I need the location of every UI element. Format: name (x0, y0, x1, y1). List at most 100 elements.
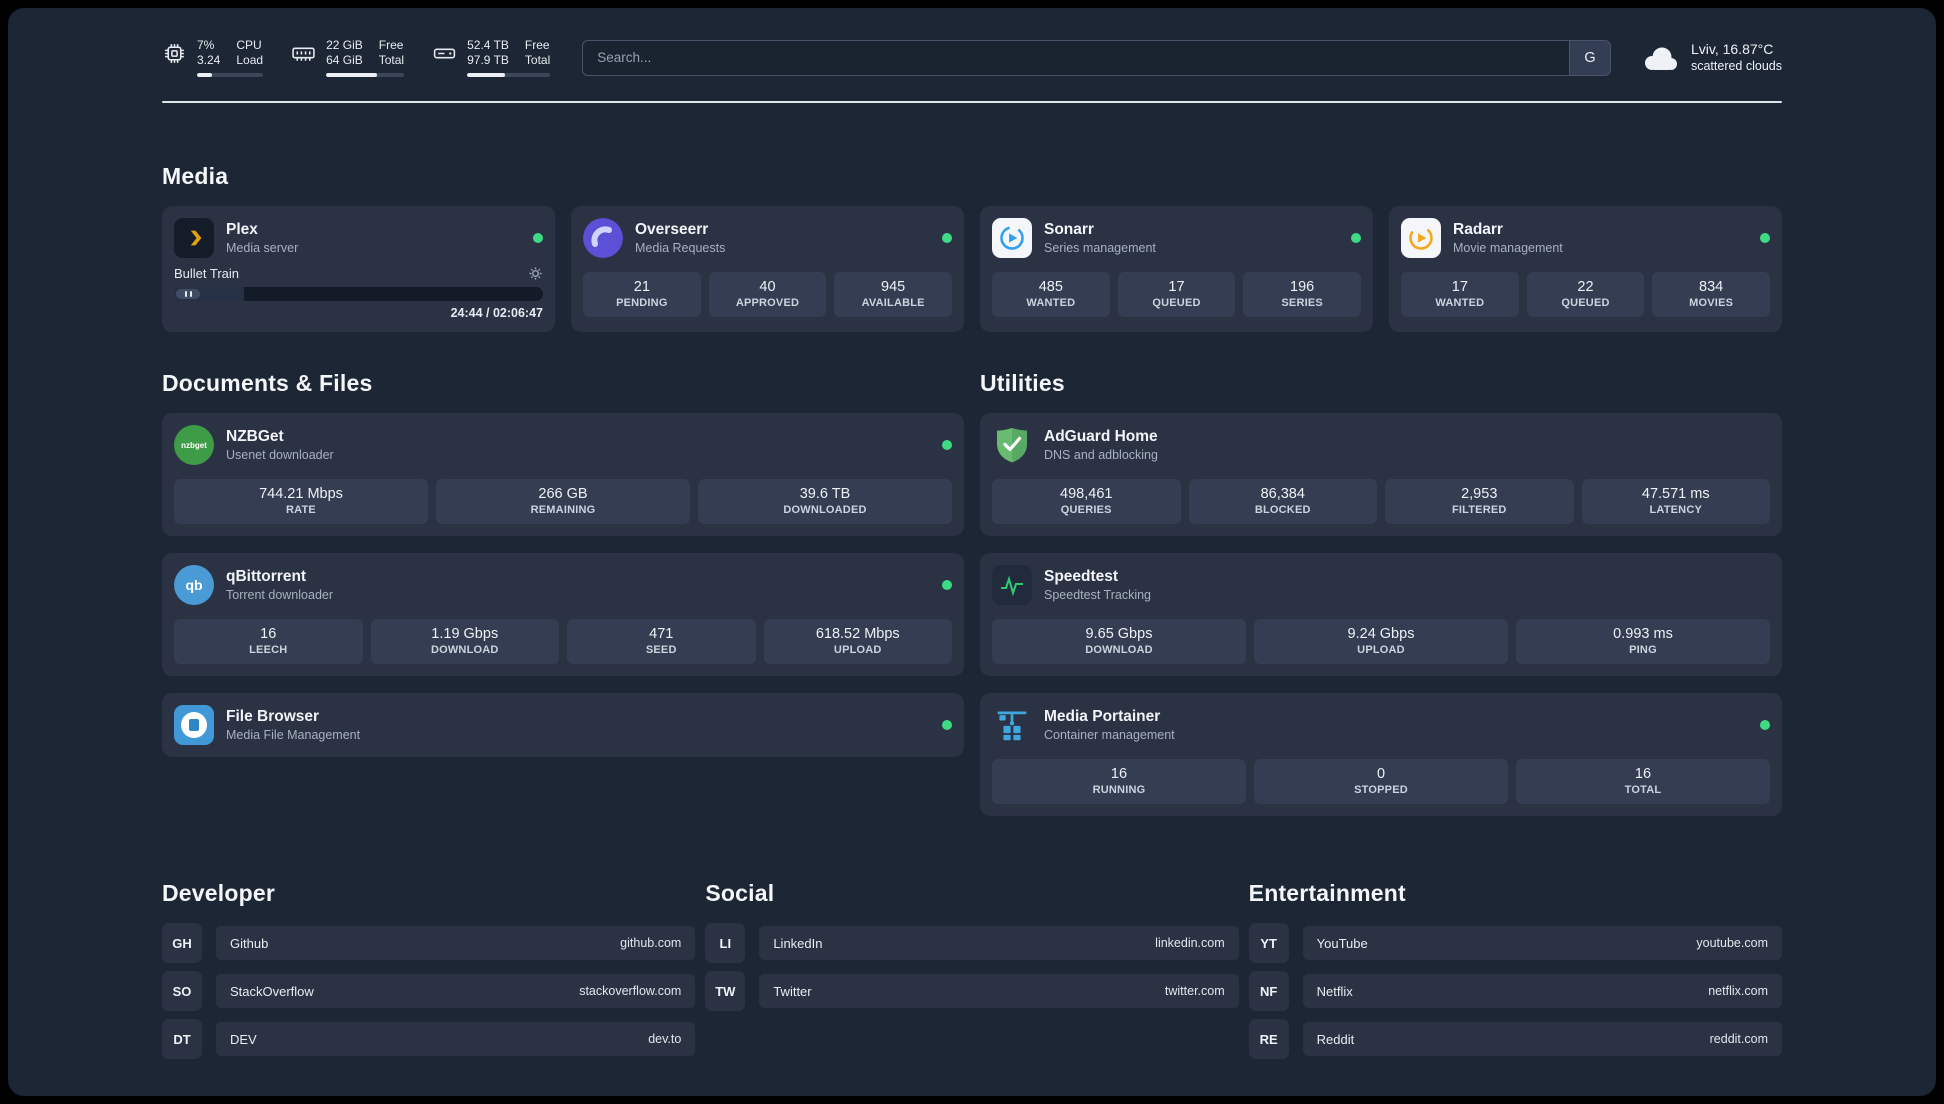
status-dot (942, 440, 952, 450)
stat-value: 47.571 ms (1641, 486, 1710, 502)
stat-value: 40 (759, 279, 776, 295)
app-name: Speedtest (1044, 568, 1119, 585)
bookmark-abbr[interactable]: NF (1248, 971, 1289, 1011)
disk-progress-bar (467, 73, 551, 77)
sonarr-card[interactable]: Sonarr Series management 485 WANTED 17 Q… (980, 206, 1373, 332)
stat-value: 9.24 Gbps (1347, 626, 1415, 642)
search-input[interactable] (582, 39, 1569, 76)
stat-tile: 471 SEED (567, 619, 756, 664)
bookmark-link[interactable]: Netflix netflix.com (1302, 974, 1782, 1008)
stat-label: DOWNLOAD (1085, 644, 1153, 656)
cpu-usage-value: 7% (197, 38, 215, 52)
bookmark-row: LI LinkedIn linkedin.com (705, 923, 1239, 963)
section-title-social: Social (705, 880, 775, 906)
bookmark-abbr[interactable]: GH (162, 923, 202, 963)
top-bar: 7% 3.24 CPU Load 22 GiB 64 GiB Free Tota… (162, 8, 1782, 77)
plex-card[interactable]: Plex Media server Bullet Train 24:44 / 0… (162, 206, 555, 332)
bookmark-row: YT YouTube youtube.com (1248, 923, 1782, 963)
bookmark-name: LinkedIn (773, 935, 823, 951)
stat-tile: 86,384 BLOCKED (1188, 479, 1377, 524)
app-subtitle: Container management (1044, 728, 1175, 742)
bookmark-link[interactable]: LinkedIn linkedin.com (759, 926, 1239, 960)
ram-icon (291, 41, 316, 66)
section-title-documents: Documents & Files (162, 370, 373, 396)
speedtest-card[interactable]: Speedtest Speedtest Tracking 9.65 Gbps D… (980, 553, 1782, 676)
bookmark-abbr[interactable]: SO (162, 971, 202, 1011)
bookmark-abbr[interactable]: DT (162, 1019, 202, 1059)
bookmark-abbr[interactable]: LI (705, 923, 746, 963)
status-dot (942, 580, 952, 590)
bookmark-link[interactable]: StackOverflow stackoverflow.com (216, 974, 696, 1008)
stat-tile: 16 LEECH (174, 619, 363, 664)
status-dot (533, 233, 543, 243)
bookmark-url: youtube.com (1696, 936, 1768, 950)
portainer-card[interactable]: Media Portainer Container management 16 … (980, 693, 1782, 816)
bookmark-link[interactable]: Reddit reddit.com (1302, 1022, 1782, 1056)
media-grid: Plex Media server Bullet Train 24:44 / 0… (162, 206, 1782, 332)
sonarr-icon (992, 218, 1032, 258)
bookmark-row: SO StackOverflow stackoverflow.com (162, 971, 696, 1011)
nzbget-card[interactable]: nzbget NZBGet Usenet downloader 744.21 M… (162, 413, 964, 536)
app-subtitle: Media server (226, 241, 299, 255)
bookmark-abbr[interactable]: YT (1248, 923, 1289, 963)
stat-value: 618.52 Mbps (815, 626, 900, 642)
playback-progress-bar[interactable] (174, 287, 543, 301)
stat-value: 498,461 (1060, 486, 1113, 502)
disk-total-value: 97.9 TB (467, 53, 509, 67)
bookmark-url: github.com (620, 936, 682, 950)
documents-column: Documents & Files nzbget NZBGet Usenet d… (162, 370, 964, 816)
pause-button[interactable] (176, 289, 200, 299)
app-subtitle: Usenet downloader (226, 448, 334, 462)
stat-tile: 16 RUNNING (992, 759, 1246, 804)
filebrowser-card[interactable]: File Browser Media File Management (162, 693, 964, 757)
stat-tile: 22 QUEUED (1526, 272, 1645, 317)
app-name: File Browser (226, 708, 320, 725)
bookmark-abbr[interactable]: RE (1248, 1019, 1289, 1059)
stat-label: APPROVED (735, 297, 800, 309)
bookmark-link[interactable]: DEV dev.to (216, 1022, 696, 1056)
bookmark-name: Twitter (773, 983, 812, 999)
overseerr-card[interactable]: Overseerr Media Requests 21 PENDING 40 A… (571, 206, 964, 332)
developer-column: Developer GH Github github.com SO StackO… (162, 880, 696, 1059)
social-column: Social LI LinkedIn linkedin.com TW Twitt… (705, 880, 1239, 1059)
stat-label: STOPPED (1354, 784, 1408, 796)
stat-label: MOVIES (1689, 297, 1734, 309)
app-name: AdGuard Home (1044, 428, 1158, 445)
adguard-icon (992, 425, 1032, 465)
weather-condition: scattered clouds (1690, 58, 1782, 73)
bookmark-url: netflix.com (1708, 984, 1768, 998)
stat-label: REMAINING (530, 504, 596, 516)
status-dot (1351, 233, 1361, 243)
ram-free-label: Free (378, 38, 404, 52)
memory-monitor: 22 GiB 64 GiB Free Total (291, 38, 405, 77)
bookmark-row: TW Twitter twitter.com (705, 971, 1239, 1011)
radarr-card[interactable]: Radarr Movie management 17 WANTED 22 QUE… (1389, 206, 1782, 332)
app-name: Sonarr (1044, 221, 1094, 238)
stat-label: PENDING (616, 297, 668, 309)
stat-label: LATENCY (1649, 504, 1703, 516)
bookmark-link[interactable]: YouTube youtube.com (1302, 926, 1782, 960)
app-subtitle: Movie management (1453, 241, 1563, 255)
settings-gear-icon[interactable] (528, 266, 543, 281)
disk-free-label: Free (524, 38, 550, 52)
stat-tile: 9.24 Gbps UPLOAD (1254, 619, 1508, 664)
qbittorrent-card[interactable]: qb qBittorrent Torrent downloader 16 LEE… (162, 553, 964, 676)
bookmark-link[interactable]: Github github.com (216, 926, 696, 960)
stat-tile: 196 SERIES (1243, 272, 1361, 317)
portainer-icon (992, 705, 1032, 745)
adguard-card[interactable]: AdGuard Home DNS and adblocking 498,461 … (980, 413, 1782, 536)
plex-icon (174, 218, 214, 258)
stat-tile: 0.993 ms PING (1516, 619, 1770, 664)
cloud-icon (1639, 43, 1681, 73)
bookmark-name: Reddit (1316, 1031, 1355, 1047)
bookmark-abbr[interactable]: TW (705, 971, 746, 1011)
search-engine-button[interactable]: G (1568, 39, 1611, 76)
stat-label: RATE (286, 504, 316, 516)
cpu-load-label: Load (236, 53, 264, 67)
bookmark-link[interactable]: Twitter twitter.com (759, 974, 1239, 1008)
topbar-divider (162, 101, 1782, 103)
stat-tile: 744.21 Mbps RATE (174, 479, 428, 524)
weather-location: Lviv, 16.87°C (1690, 40, 1774, 57)
stat-value: 196 (1290, 279, 1315, 295)
status-dot (942, 233, 952, 243)
